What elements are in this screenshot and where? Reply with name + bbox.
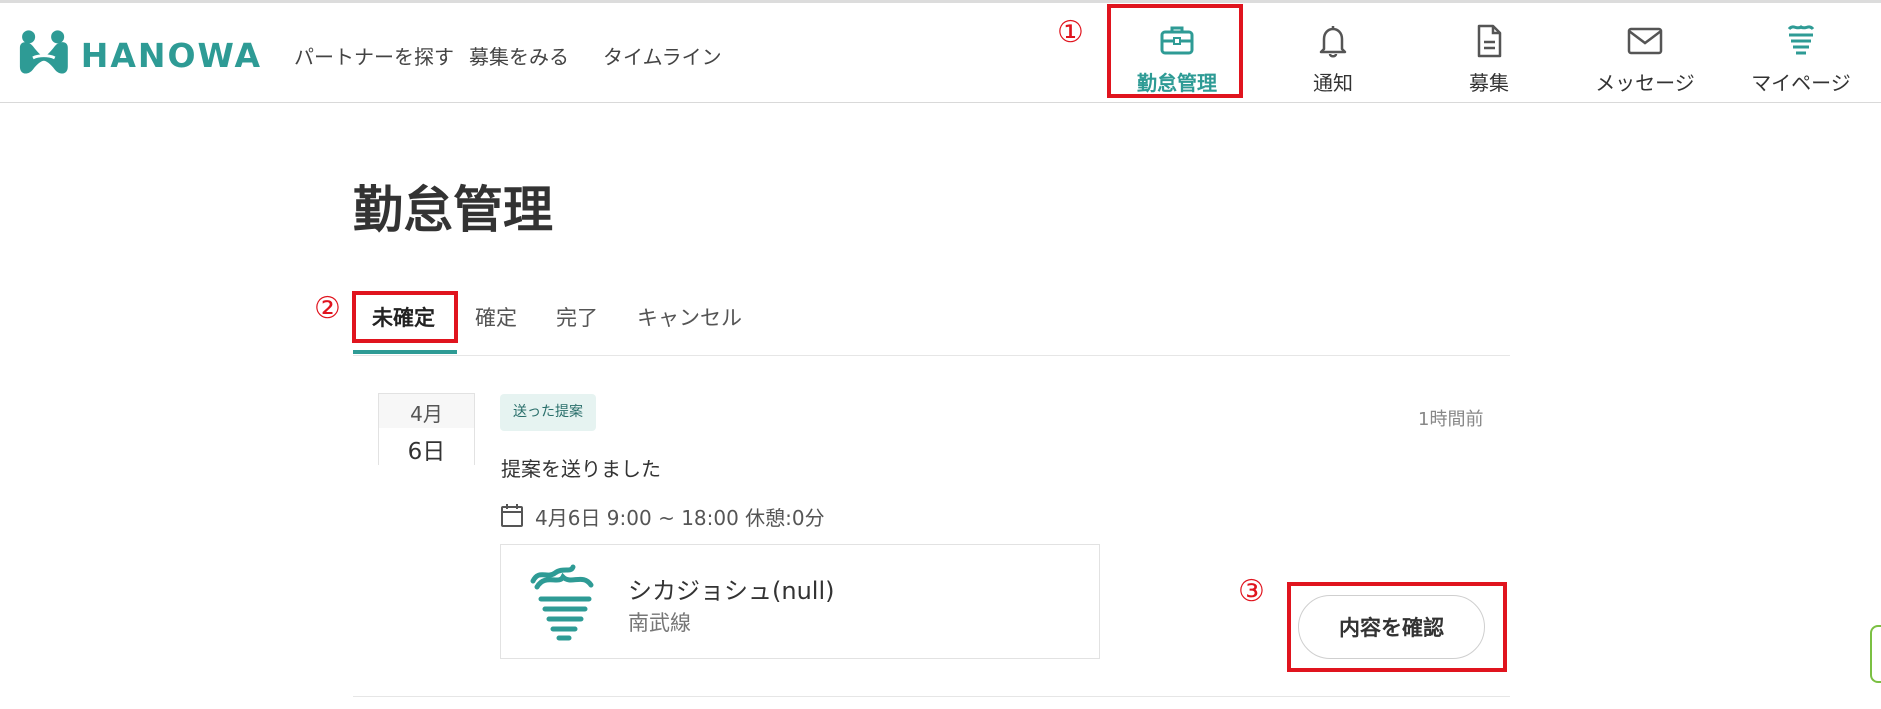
nav-link-find-partner[interactable]: パートナーを探す — [294, 41, 454, 70]
tab-cancel[interactable]: キャンセル — [637, 302, 742, 332]
nav-link-recruitments[interactable]: 募集をみる — [469, 41, 569, 70]
nav-button-label: 募集 — [1469, 71, 1509, 95]
date-day: 6日 — [379, 428, 474, 465]
partner-train-line: 南武線 — [628, 611, 691, 635]
calendar-icon — [500, 502, 524, 528]
card-divider — [353, 696, 1510, 697]
nav-button-recruit[interactable]: 募集 — [1424, 11, 1554, 101]
header: HANOWA パートナーを探す 募集をみる タイムライン 勤怠管理 通知 募集 … — [0, 3, 1881, 103]
logo[interactable]: HANOWA — [17, 19, 262, 91]
annotation-number-2: ② — [314, 291, 341, 326]
tab-confirmed[interactable]: 確定 — [475, 302, 517, 332]
nav-link-timeline[interactable]: タイムライン — [603, 41, 722, 70]
annotation-box-1 — [1107, 4, 1243, 98]
partner-name: シカジョシュ(null) — [628, 577, 835, 605]
tabs-divider — [353, 355, 1510, 356]
date-box: 4月 6日 — [378, 393, 475, 465]
tooth-avatar-icon — [525, 563, 601, 643]
annotation-number-1: ① — [1057, 15, 1084, 50]
logo-mark-icon — [19, 30, 68, 74]
bell-icon — [1313, 21, 1353, 61]
schedule-text: 4月6日 9:00 ~ 18:00 休憩:0分 — [535, 506, 825, 530]
tooth-avatar-icon — [1781, 21, 1821, 61]
nav-button-messages[interactable]: メッセージ — [1580, 11, 1710, 101]
nav-button-label: マイページ — [1751, 71, 1851, 95]
annotation-number-3: ③ — [1238, 574, 1265, 609]
app-root: HANOWA パートナーを探す 募集をみる タイムライン 勤怠管理 通知 募集 … — [0, 0, 1881, 709]
page-title: 勤怠管理 — [353, 181, 553, 239]
document-icon — [1469, 21, 1509, 61]
logo-text: HANOWA — [80, 35, 262, 75]
mail-icon — [1625, 21, 1665, 61]
confirm-details-button[interactable]: 内容を確認 — [1298, 595, 1485, 659]
nav-button-label: メッセージ — [1595, 71, 1695, 95]
proposal-message: 提案を送りました — [501, 457, 661, 481]
time-ago: 1時間前 — [1418, 409, 1484, 430]
partner-card[interactable]: シカジョシュ(null) 南武線 — [500, 544, 1100, 659]
tab-unconfirmed[interactable]: 未確定 — [372, 302, 435, 332]
status-badge: 送った提案 — [500, 394, 596, 431]
side-chat-widget[interactable] — [1870, 625, 1881, 683]
nav-button-notifications[interactable]: 通知 — [1268, 11, 1398, 101]
nav-button-mypage[interactable]: マイページ — [1736, 11, 1866, 101]
date-month: 4月 — [410, 402, 443, 426]
tab-completed[interactable]: 完了 — [556, 302, 598, 332]
active-tab-indicator — [353, 350, 457, 354]
nav-button-label: 通知 — [1313, 71, 1353, 95]
